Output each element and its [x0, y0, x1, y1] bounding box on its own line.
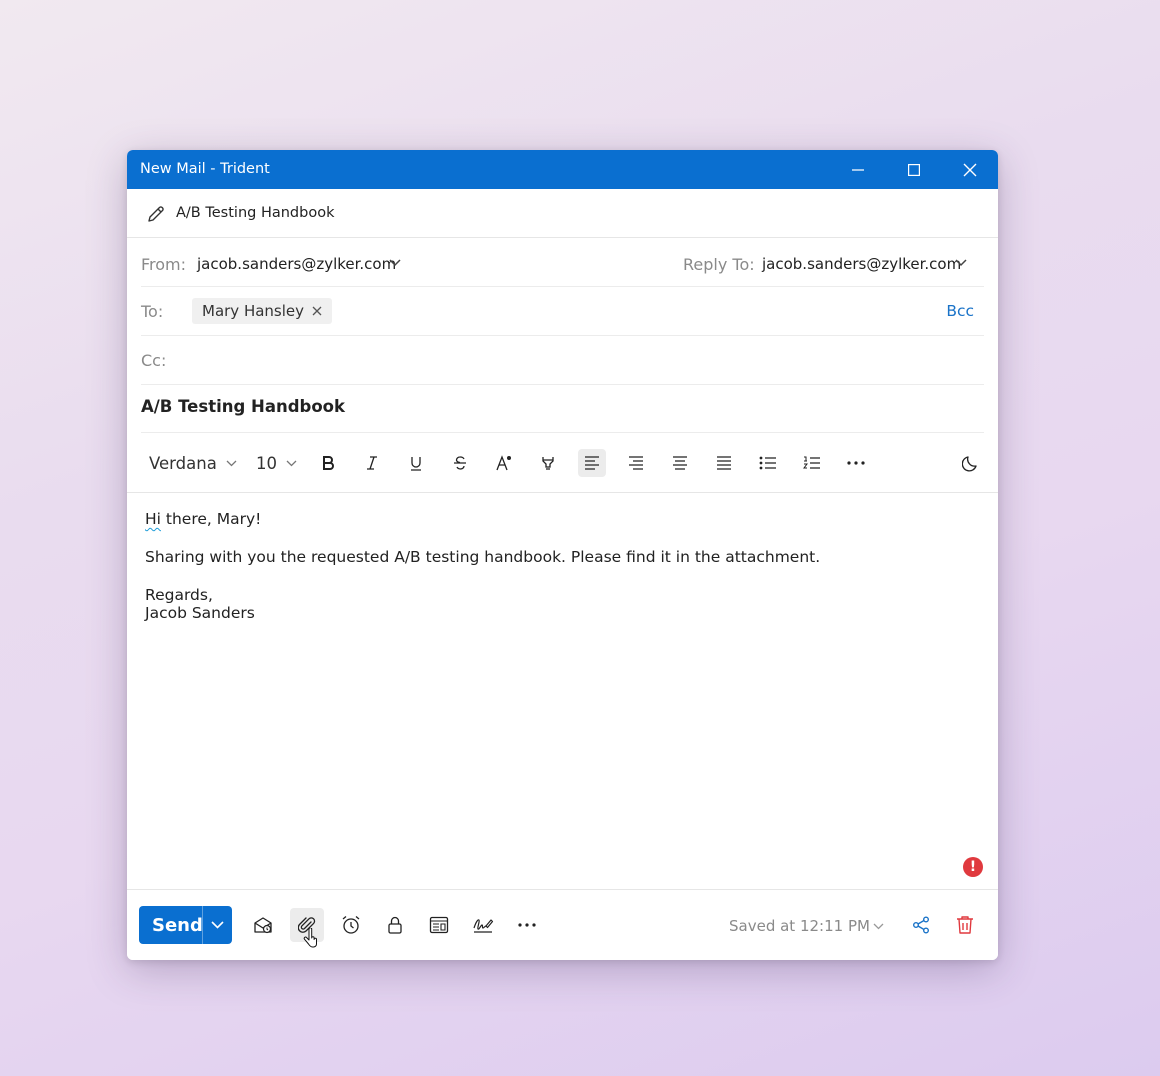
from-label: From: [141, 255, 187, 274]
formatting-toolbar: Verdana 10 [127, 435, 998, 493]
chevron-down-icon [226, 460, 237, 467]
maximize-icon [908, 163, 920, 176]
chevron-down-icon[interactable] [955, 259, 967, 267]
title-bar: New Mail - Trident [127, 150, 998, 189]
recipient-chip[interactable]: Mary Hansley [192, 298, 333, 324]
font-family-select[interactable]: Verdana [149, 454, 237, 473]
send-button[interactable]: Send [139, 906, 232, 944]
to-row: To: Mary Hansley Bcc [141, 287, 984, 336]
highlight-icon [542, 457, 554, 470]
send-label: Send [152, 914, 203, 936]
bold-icon [323, 456, 334, 470]
reminder-button[interactable] [334, 908, 368, 942]
font-color-icon [496, 455, 511, 471]
body-paragraph: Sharing with you the requested A/B testi… [145, 548, 821, 566]
mouse-cursor-icon [303, 928, 317, 948]
italic-icon [367, 456, 377, 470]
greeting: Hi there, Mary! [145, 510, 262, 528]
lock-icon [388, 916, 402, 934]
close-icon [963, 163, 977, 176]
signature: Jacob Sanders [145, 604, 255, 622]
bullet-list-button[interactable] [754, 449, 782, 477]
to-label: To: [141, 302, 164, 321]
delete-button[interactable] [948, 908, 982, 942]
read-receipt-icon [254, 917, 272, 934]
signoff: Regards, [145, 586, 213, 604]
highlight-button[interactable] [534, 449, 562, 477]
dark-mode-icon [962, 456, 977, 472]
spellcheck-word[interactable]: Hi [145, 510, 161, 528]
recipient-name: Mary Hansley [202, 302, 305, 320]
chevron-down-icon[interactable] [873, 923, 884, 930]
window-title: New Mail - Trident [140, 161, 270, 177]
underline-icon [411, 457, 421, 471]
dark-mode-button[interactable] [957, 449, 985, 477]
delete-icon [957, 916, 973, 934]
signature-icon [473, 919, 494, 933]
strikethrough-button[interactable] [446, 449, 474, 477]
align-justify-icon [717, 456, 731, 470]
align-center-button[interactable] [666, 449, 694, 477]
numbered-list-icon [803, 456, 820, 469]
compose-footer: Send Saved at 12:11 PM [127, 889, 998, 960]
message-body[interactable]: Hi there, Mary! Sharing with you the req… [145, 510, 978, 622]
remove-recipient-icon[interactable] [312, 306, 322, 316]
maximize-button[interactable] [892, 150, 936, 189]
reply-to-label: Reply To: [683, 255, 755, 274]
align-left-icon [585, 456, 599, 470]
chevron-down-icon[interactable] [389, 259, 401, 267]
from-address[interactable]: jacob.sanders@zylker.com [197, 255, 396, 273]
more-icon [518, 923, 536, 927]
font-color-button[interactable] [490, 449, 518, 477]
share-button[interactable] [904, 908, 938, 942]
cc-label: Cc: [141, 351, 167, 370]
minimize-button[interactable] [836, 150, 880, 189]
signature-button[interactable] [466, 908, 500, 942]
font-family-value: Verdana [149, 454, 217, 473]
read-receipt-button[interactable] [246, 908, 280, 942]
align-left-button[interactable] [578, 449, 606, 477]
encrypt-button[interactable] [378, 908, 412, 942]
cc-row[interactable]: Cc: [141, 336, 984, 385]
font-size-value: 10 [256, 454, 277, 473]
align-justify-button[interactable] [710, 449, 738, 477]
more-formatting-button[interactable] [842, 449, 870, 477]
numbered-list-button[interactable] [798, 449, 826, 477]
italic-button[interactable] [358, 449, 386, 477]
draft-header: A/B Testing Handbook [127, 189, 998, 238]
send-options-button[interactable] [203, 921, 232, 929]
bcc-button[interactable]: Bcc [946, 302, 974, 320]
draft-title: A/B Testing Handbook [176, 205, 335, 221]
reply-to-address[interactable]: jacob.sanders@zylker.com [762, 255, 961, 273]
close-button[interactable] [948, 150, 992, 189]
reminder-icon [342, 916, 360, 934]
strikethrough-icon [454, 456, 466, 470]
subject-value[interactable]: A/B Testing Handbook [141, 397, 345, 416]
template-icon [429, 916, 449, 934]
minimize-icon [852, 168, 864, 171]
chevron-down-icon [286, 460, 297, 467]
saved-status: Saved at 12:11 PM [729, 917, 870, 935]
more-options-button[interactable] [510, 908, 544, 942]
bold-button[interactable] [314, 449, 342, 477]
pencil-icon [146, 204, 166, 224]
font-size-select[interactable]: 10 [256, 454, 297, 473]
compose-window: New Mail - Trident A/B Testing Handbook … [127, 150, 998, 960]
chevron-down-icon [211, 921, 224, 929]
align-right-button[interactable] [622, 449, 650, 477]
more-icon [847, 461, 865, 465]
bullet-list-icon [759, 456, 776, 470]
underline-button[interactable] [402, 449, 430, 477]
template-button[interactable] [422, 908, 456, 942]
warning-icon[interactable]: ! [963, 857, 983, 877]
align-right-icon [629, 456, 643, 470]
subject-field[interactable]: A/B Testing Handbook [141, 384, 984, 433]
share-icon [913, 916, 929, 934]
align-center-icon [673, 456, 687, 470]
from-row: From: jacob.sanders@zylker.com Reply To:… [141, 238, 984, 287]
